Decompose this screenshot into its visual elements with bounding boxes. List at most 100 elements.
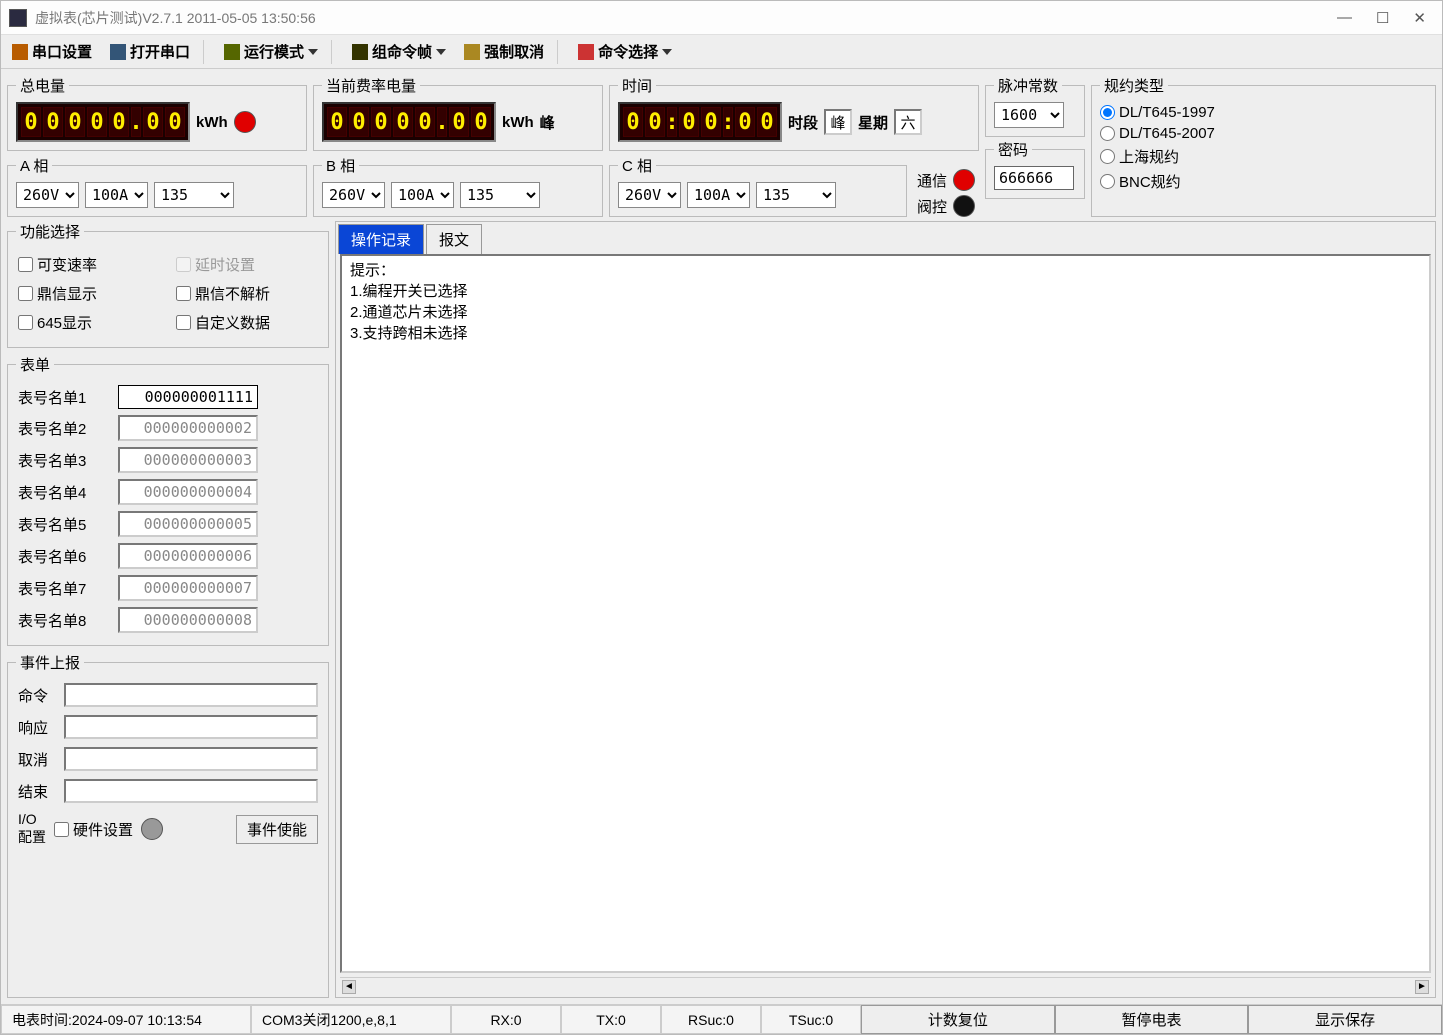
event-end-input[interactable] <box>64 779 318 803</box>
rate-suffix: 峰 <box>540 112 555 133</box>
force-cancel-button[interactable]: 强制取消 <box>457 37 551 66</box>
pulse-group: 脉冲常数 1600 <box>985 75 1085 137</box>
meter-label: 表号名单3 <box>18 450 108 471</box>
meter-number-input[interactable] <box>118 575 258 601</box>
protocol-group: 规约类型 DL/T645-1997 DL/T645-2007 上海规约 BNC规… <box>1091 75 1436 217</box>
status-pause-button[interactable]: 暂停电表 <box>1055 1005 1249 1034</box>
meter-number-input[interactable] <box>118 607 258 633</box>
cancel-icon <box>464 44 480 60</box>
pulse-select[interactable]: 1600 <box>994 102 1064 128</box>
event-enable-button[interactable]: 事件使能 <box>236 815 318 844</box>
meter-row: 表号名单2 <box>18 415 318 441</box>
meter-number-input[interactable] <box>118 479 258 505</box>
event-end-label: 结束 <box>18 781 58 802</box>
phase-b-group: B 相 260V 100A 135 <box>313 155 603 217</box>
func-dingxin-display[interactable]: 鼎信显示 <box>18 281 160 306</box>
cmd-select-dropdown[interactable]: 命令选择 <box>571 37 679 66</box>
week-value: 六 <box>894 109 922 135</box>
toolbar: 串口设置 打开串口 运行模式 组命令帧 强制取消 命令选择 <box>1 35 1442 69</box>
chevron-down-icon <box>436 49 446 55</box>
indicator-column: 通信 阀控 <box>913 165 979 217</box>
event-cancel-input[interactable] <box>64 747 318 771</box>
status-led-red <box>234 111 256 133</box>
hw-setting-check[interactable]: 硬件设置 <box>54 817 133 842</box>
open-port-button[interactable]: 打开串口 <box>103 37 197 66</box>
status-save-button[interactable]: 显示保存 <box>1248 1005 1442 1034</box>
password-input[interactable] <box>994 166 1074 190</box>
current-rate-display: 00000.00 <box>322 102 496 142</box>
port-icon <box>110 44 126 60</box>
gear-icon <box>224 44 240 60</box>
meter-number-input[interactable] <box>118 447 258 473</box>
phase-b-voltage-select[interactable]: 260V <box>322 182 385 208</box>
event-cmd-input[interactable] <box>64 683 318 707</box>
meter-number-input[interactable] <box>118 415 258 441</box>
protocol-option-3[interactable]: BNC规约 <box>1100 169 1427 194</box>
status-reset-button[interactable]: 计数复位 <box>861 1005 1055 1034</box>
phase-b-current-select[interactable]: 100A <box>391 182 454 208</box>
bulb-icon <box>352 44 368 60</box>
group-cmd-dropdown[interactable]: 组命令帧 <box>345 37 453 66</box>
func-delay-setting: 延时设置 <box>176 252 318 277</box>
meter-label: 表号名单2 <box>18 418 108 439</box>
status-tx: TX:0 <box>561 1005 661 1034</box>
tab-operation-record[interactable]: 操作记录 <box>338 224 424 254</box>
horizontal-scrollbar[interactable]: ◄ ► <box>340 977 1431 995</box>
minimize-icon[interactable]: — <box>1337 9 1352 27</box>
function-select-group: 功能选择 可变速率 延时设置 鼎信显示 鼎信不解析 645显示 自定义数据 <box>7 221 329 348</box>
total-energy-group: 总电量 00000.00 kWh <box>7 75 307 151</box>
comm-led <box>953 169 975 191</box>
main-content: 总电量 00000.00 kWh A 相 260V 100A 135 <box>1 69 1442 1004</box>
phase-a-voltage-select[interactable]: 260V <box>16 182 79 208</box>
meter-list-group: 表单 表号名单1表号名单2表号名单3表号名单4表号名单5表号名单6表号名单7表号… <box>7 354 329 646</box>
protocol-option-2[interactable]: 上海规约 <box>1100 144 1427 169</box>
tab-message[interactable]: 报文 <box>426 224 482 254</box>
phase-b-title: B 相 <box>322 155 359 176</box>
func-variable-rate[interactable]: 可变速率 <box>18 252 160 277</box>
event-resp-label: 响应 <box>18 717 58 738</box>
protocol-option-1[interactable]: DL/T645-2007 <box>1100 123 1427 144</box>
time-display: 00:00:00 <box>618 102 782 142</box>
meter-number-input[interactable] <box>118 511 258 537</box>
phase-a-title: A 相 <box>16 155 52 176</box>
log-textarea[interactable]: 提示： 1.编程开关已选择 2.通道芯片未选择 3.支持跨相未选择 <box>340 254 1431 973</box>
scroll-right-icon[interactable]: ► <box>1415 980 1429 994</box>
meter-row: 表号名单1 <box>18 385 318 409</box>
meter-row: 表号名单4 <box>18 479 318 505</box>
meter-number-input[interactable] <box>118 385 258 409</box>
week-label: 星期 <box>858 112 888 133</box>
meter-label: 表号名单6 <box>18 546 108 567</box>
unit-kwh-2: kWh <box>502 114 534 131</box>
phase-c-voltage-select[interactable]: 260V <box>618 182 681 208</box>
status-meter-time: 电表时间:2024-09-07 10:13:54 <box>1 1005 251 1034</box>
port-settings-button[interactable]: 串口设置 <box>5 37 99 66</box>
titlebar: 虚拟表(芯片测试)V2.7.1 2011-05-05 13:50:56 — ☐ … <box>1 1 1442 35</box>
phase-a-current-select[interactable]: 100A <box>85 182 148 208</box>
event-report-group: 事件上报 命令 响应 取消 结束 I/O 配置 硬件设置 事件使能 <box>7 652 329 998</box>
pulse-title: 脉冲常数 <box>994 75 1062 96</box>
maximize-icon[interactable]: ☐ <box>1376 9 1389 27</box>
io-config-label: I/O 配置 <box>18 811 46 847</box>
protocol-option-0[interactable]: DL/T645-1997 <box>1100 102 1427 123</box>
run-mode-dropdown[interactable]: 运行模式 <box>217 37 325 66</box>
comm-label: 通信 <box>917 170 947 191</box>
close-icon[interactable]: ✕ <box>1413 9 1426 27</box>
meter-number-input[interactable] <box>118 543 258 569</box>
period-label: 时段 <box>788 112 818 133</box>
meter-row: 表号名单5 <box>18 511 318 537</box>
func-dingxin-noparse[interactable]: 鼎信不解析 <box>176 281 318 306</box>
phase-c-other-select[interactable]: 135 <box>756 182 836 208</box>
phase-a-other-select[interactable]: 135 <box>154 182 234 208</box>
phase-c-current-select[interactable]: 100A <box>687 182 750 208</box>
current-rate-title: 当前费率电量 <box>322 75 420 96</box>
phase-b-other-select[interactable]: 135 <box>460 182 540 208</box>
scroll-left-icon[interactable]: ◄ <box>342 980 356 994</box>
event-resp-input[interactable] <box>64 715 318 739</box>
total-energy-display: 00000.00 <box>16 102 190 142</box>
total-energy-title: 总电量 <box>16 75 69 96</box>
password-group: 密码 <box>985 139 1085 199</box>
func-645-display[interactable]: 645显示 <box>18 310 160 335</box>
func-custom-data[interactable]: 自定义数据 <box>176 310 318 335</box>
meter-label: 表号名单1 <box>18 387 108 408</box>
meter-row: 表号名单3 <box>18 447 318 473</box>
